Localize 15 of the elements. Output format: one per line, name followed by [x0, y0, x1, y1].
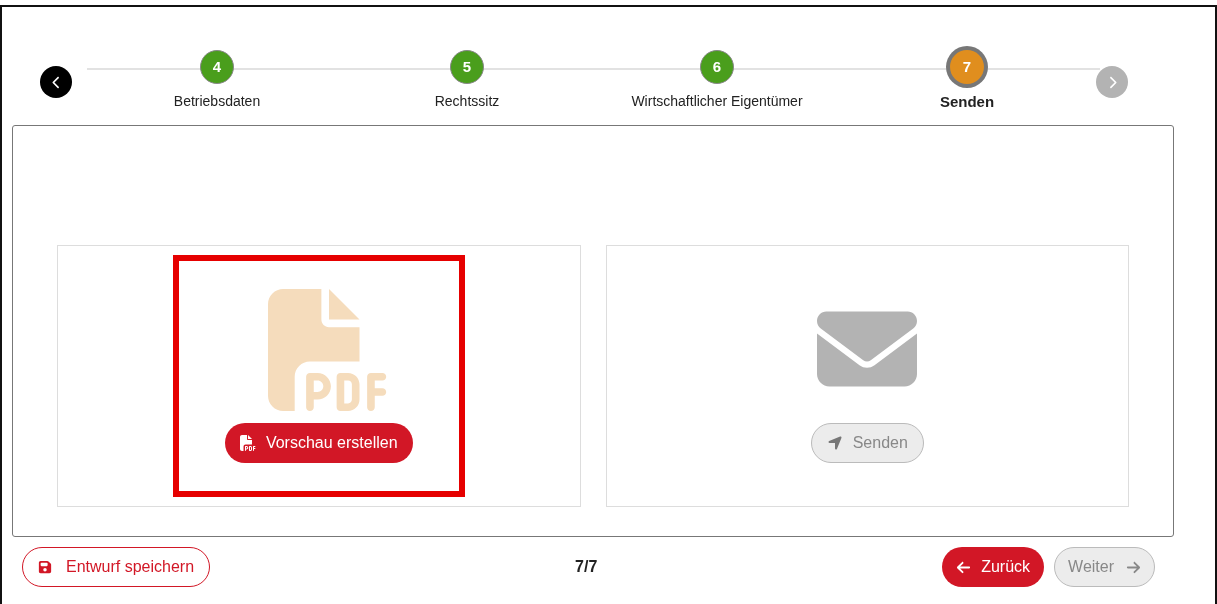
- preview-button[interactable]: Vorschau erstellen: [224, 423, 413, 463]
- step-label: Rechtssitz: [434, 92, 500, 111]
- step-label: Wirtschaftlicher Eigentümer: [631, 92, 803, 111]
- step-number[interactable]: 4: [200, 50, 234, 84]
- previous-step-button[interactable]: [40, 66, 72, 98]
- send-arrow-icon: [826, 435, 843, 451]
- step-label: Betriebsdaten: [173, 92, 261, 111]
- step-label: Senden: [939, 92, 995, 112]
- step-number[interactable]: 6: [700, 50, 734, 84]
- arrow-left-icon: [956, 559, 972, 575]
- arrow-right-icon: [1126, 559, 1141, 575]
- step-number[interactable]: 5: [450, 50, 484, 84]
- page-counter: 7/7: [575, 557, 598, 577]
- pdf-file-icon: [239, 434, 256, 452]
- back-button[interactable]: Zurück: [942, 547, 1045, 587]
